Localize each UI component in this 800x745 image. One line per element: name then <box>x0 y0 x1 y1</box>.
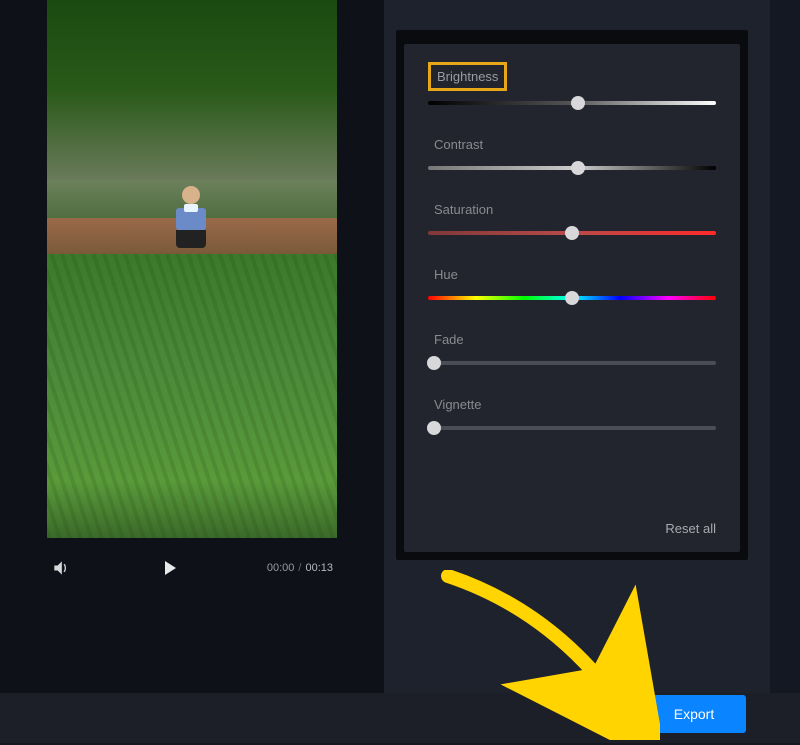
preview-grass <box>47 254 337 538</box>
slider-thumb-brightness[interactable] <box>571 96 585 110</box>
slider-group-contrast: Contrast <box>428 133 716 170</box>
slider-label-contrast: Contrast <box>428 133 489 156</box>
slider-group-hue: Hue <box>428 263 716 300</box>
slider-group-saturation: Saturation <box>428 198 716 235</box>
slider-fade[interactable] <box>428 361 716 365</box>
slider-group-fade: Fade <box>428 328 716 365</box>
slider-label-saturation: Saturation <box>428 198 499 221</box>
slider-hue[interactable] <box>428 296 716 300</box>
adjustments-panel: Brightness Contrast Saturation Hue Fade Vigne… <box>384 0 770 693</box>
slider-group-brightness: Brightness <box>428 62 716 105</box>
volume-icon[interactable] <box>51 558 71 578</box>
slider-vignette[interactable] <box>428 426 716 430</box>
slider-label-brightness: Brightness <box>428 62 507 91</box>
slider-thumb-saturation[interactable] <box>565 226 579 240</box>
slider-thumb-hue[interactable] <box>565 291 579 305</box>
preview-person <box>169 186 213 252</box>
slider-saturation[interactable] <box>428 231 716 235</box>
slider-thumb-fade[interactable] <box>427 356 441 370</box>
current-time: 00:00 <box>267 562 295 574</box>
slider-label-hue: Hue <box>428 263 464 286</box>
time-display: 00:00/00:13 <box>267 562 333 574</box>
adjust-panel-frame: Brightness Contrast Saturation Hue Fade Vigne… <box>396 30 748 560</box>
slider-brightness[interactable] <box>428 101 716 105</box>
slider-thumb-contrast[interactable] <box>571 161 585 175</box>
video-preview[interactable] <box>47 0 337 538</box>
adjust-panel: Brightness Contrast Saturation Hue Fade Vigne… <box>404 44 740 552</box>
slider-label-fade: Fade <box>428 328 470 351</box>
video-controls: 00:00/00:13 <box>47 538 337 598</box>
reset-all-button[interactable]: Reset all <box>665 521 716 536</box>
slider-thumb-vignette[interactable] <box>427 421 441 435</box>
video-panel: 00:00/00:13 <box>0 0 384 693</box>
duration: 00:13 <box>305 562 333 574</box>
play-button[interactable] <box>157 556 181 580</box>
slider-contrast[interactable] <box>428 166 716 170</box>
slider-label-vignette: Vignette <box>428 393 487 416</box>
export-button[interactable]: Export <box>642 695 746 733</box>
slider-group-vignette: Vignette <box>428 393 716 430</box>
